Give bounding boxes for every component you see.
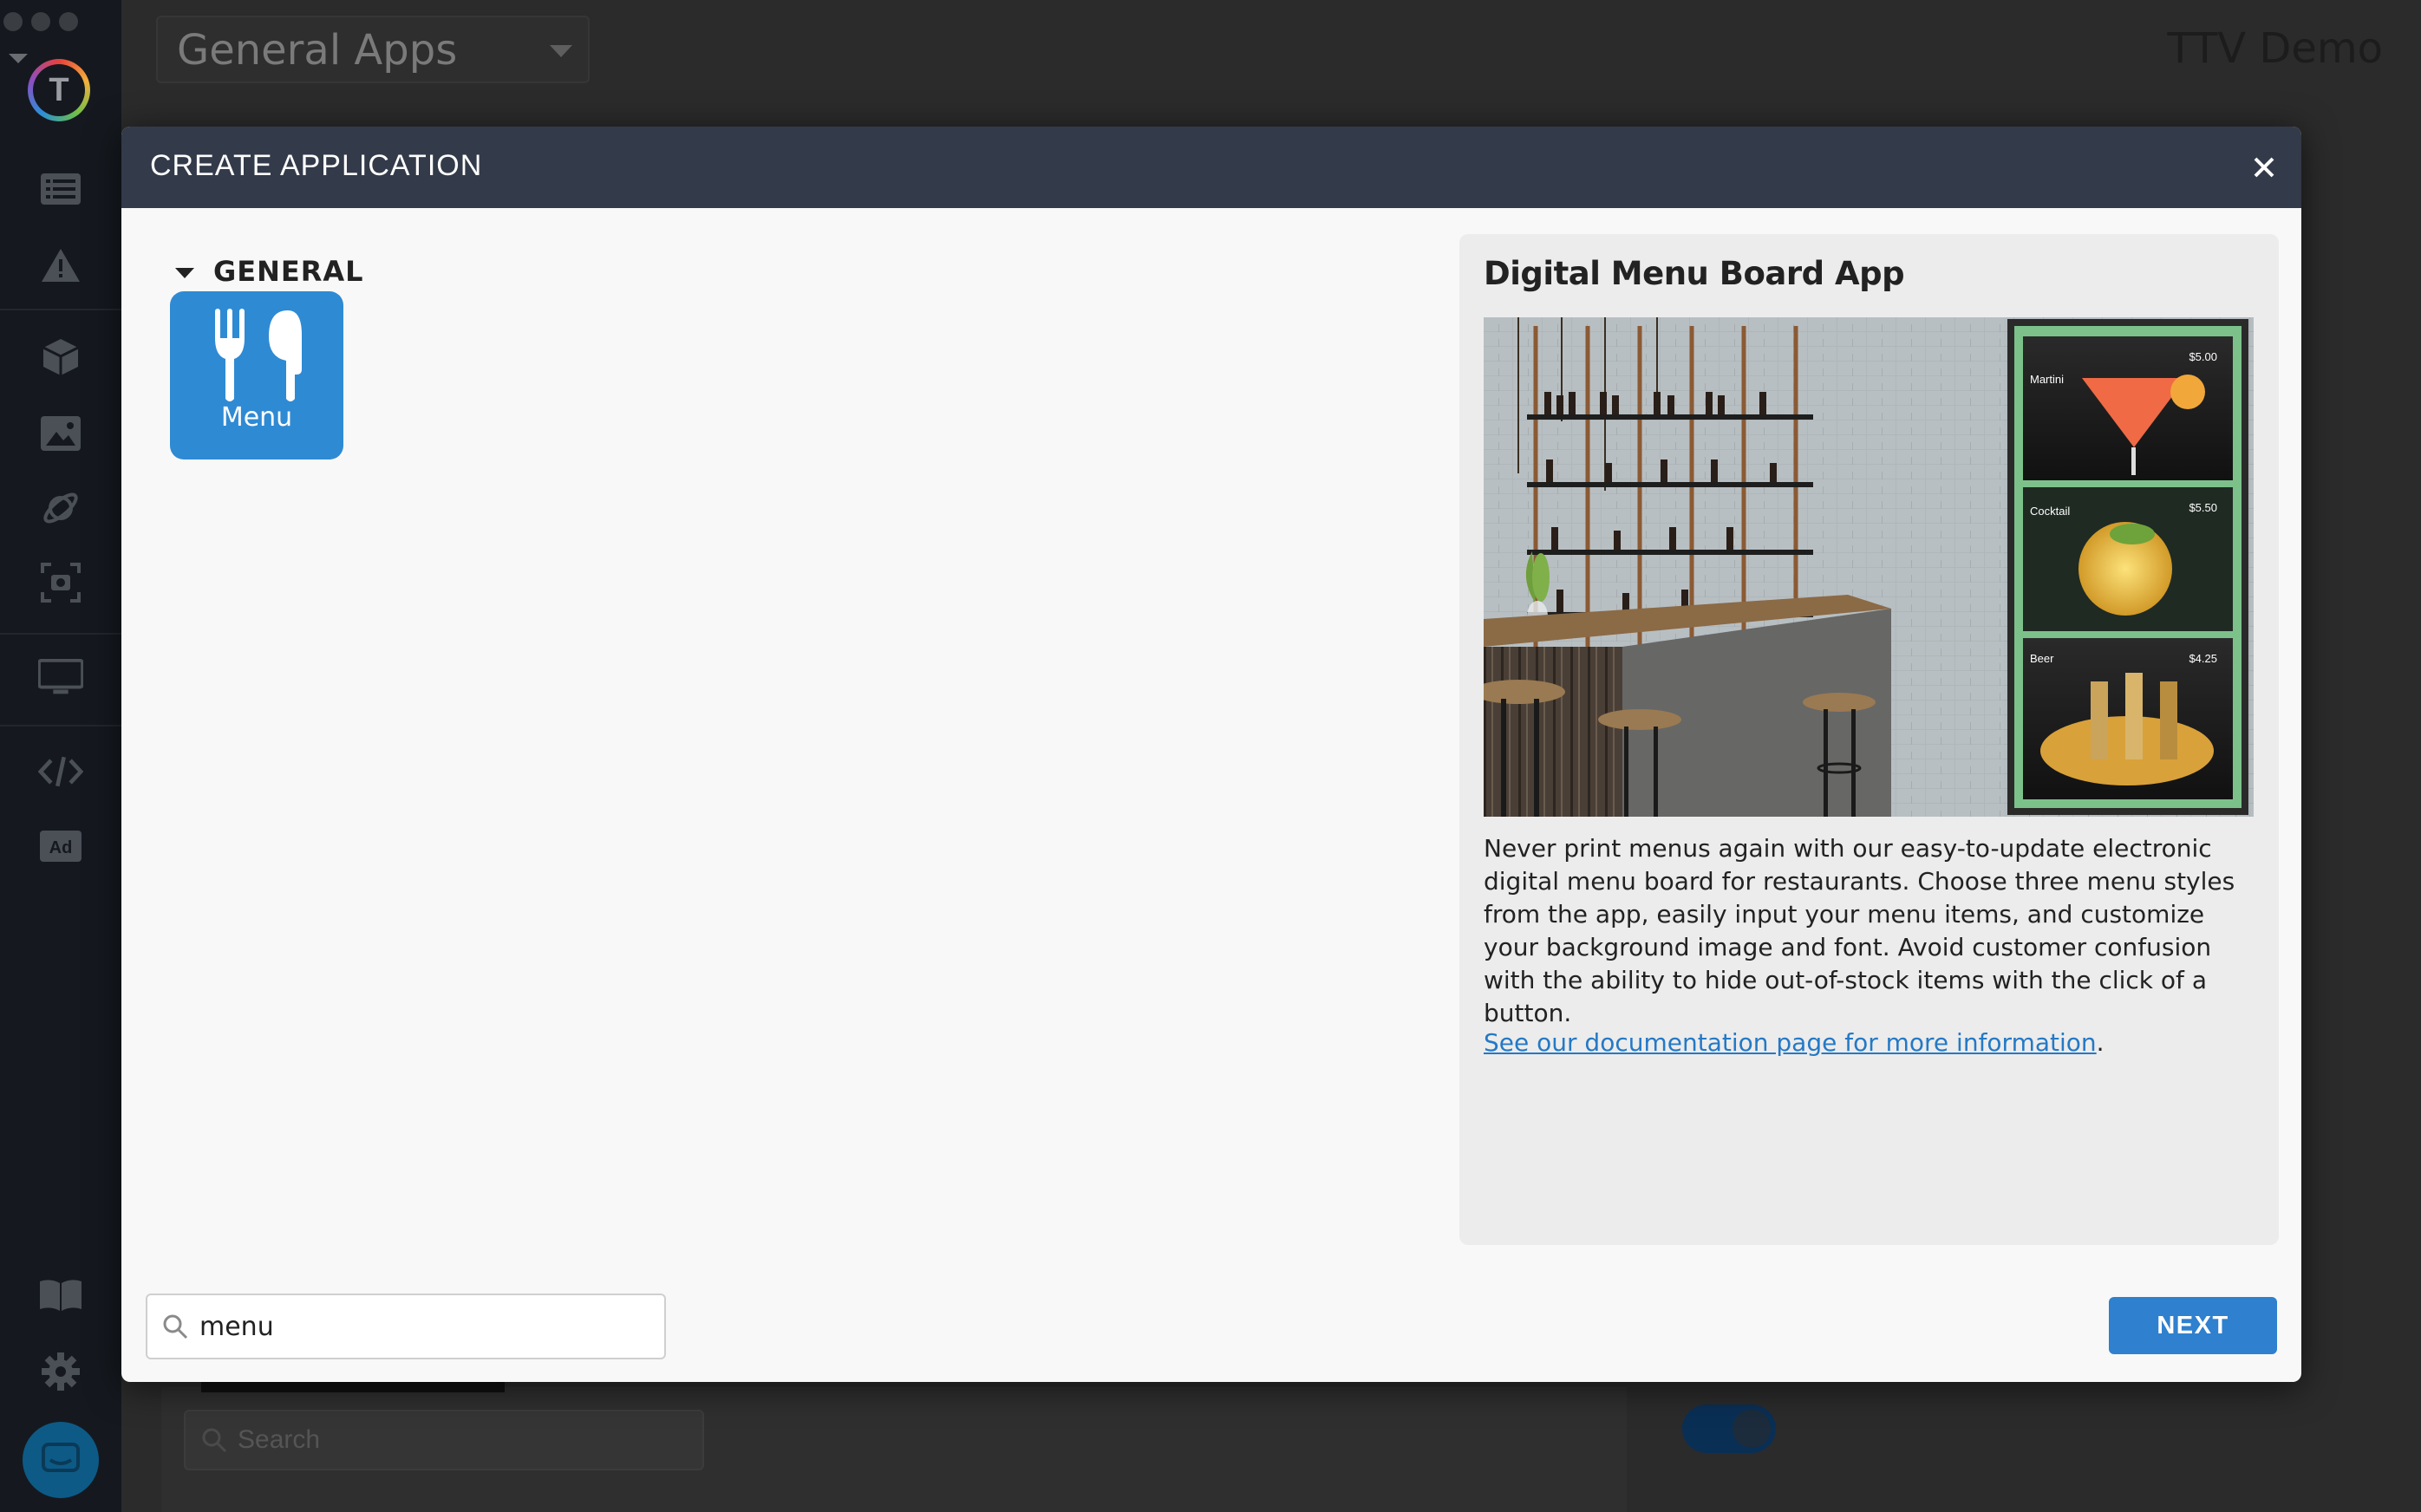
modal-header: CREATE APPLICATION: [121, 127, 2301, 208]
image-price-cocktail: $5.50: [2189, 501, 2217, 514]
screenshot-icon[interactable]: [38, 560, 83, 605]
svg-text:Ad: Ad: [49, 838, 73, 857]
image-price-martini: $5.00: [2189, 350, 2217, 363]
background-toggle[interactable]: [1682, 1404, 1776, 1453]
logo-icon[interactable]: T: [28, 59, 90, 121]
image-icon[interactable]: [38, 411, 83, 456]
background-search-placeholder: Search: [238, 1425, 321, 1454]
chevron-down-icon[interactable]: [9, 54, 28, 63]
code-icon[interactable]: [38, 749, 83, 794]
group-label: GENERAL: [213, 255, 364, 288]
app-detail-panel: Digital Menu Board App Martini $5.00 Coc…: [1459, 234, 2279, 1245]
book-icon[interactable]: [38, 1273, 83, 1318]
image-label-beer: Beer: [2030, 652, 2054, 665]
app-tile-label: Menu: [220, 402, 293, 433]
app-category-value: General Apps: [177, 26, 458, 75]
image-price-beer: $4.25: [2189, 652, 2217, 665]
chat-icon[interactable]: [23, 1422, 99, 1498]
group-general-toggle[interactable]: GENERAL: [175, 255, 364, 288]
app-detail-description: Never print menus again with our easy-to…: [1484, 834, 2235, 1027]
modal-title: CREATE APPLICATION: [150, 149, 483, 182]
link-suffix: .: [2096, 1028, 2105, 1057]
brand-name: TTV Demo: [2167, 24, 2383, 73]
app-search-input[interactable]: [199, 1304, 650, 1349]
search-icon: [163, 1314, 188, 1339]
create-application-modal: CREATE APPLICATION GENERAL Menu Digital …: [121, 127, 2301, 1382]
chevron-down-icon: [550, 45, 572, 57]
close-icon: [2254, 157, 2274, 178]
warning-icon[interactable]: [38, 243, 83, 288]
list-icon[interactable]: [38, 166, 83, 212]
search-icon: [202, 1428, 227, 1453]
image-label-cocktail: Cocktail: [2030, 505, 2070, 518]
ad-icon[interactable]: Ad: [38, 824, 83, 869]
window-close-dot[interactable]: [3, 12, 23, 31]
app-search-box[interactable]: [146, 1294, 666, 1359]
background-search-input[interactable]: Search: [184, 1410, 704, 1470]
monitor-icon[interactable]: [38, 655, 83, 701]
left-rail: T Ad: [0, 0, 121, 1512]
app-category-select[interactable]: General Apps: [156, 16, 590, 83]
cube-icon[interactable]: [38, 335, 83, 380]
app-detail-link-line: See our documentation page for more info…: [1484, 1028, 2105, 1057]
documentation-link[interactable]: See our documentation page for more info…: [1484, 1028, 2097, 1057]
app-preview-image: Martini $5.00 Cocktail $5.50 Beer $4.25: [1484, 317, 2254, 817]
planet-icon[interactable]: [38, 486, 83, 531]
window-zoom-dot[interactable]: [59, 12, 78, 31]
image-label-martini: Martini: [2030, 373, 2064, 386]
app-tile-menu[interactable]: Menu: [170, 291, 343, 459]
window-minimize-dot[interactable]: [31, 12, 50, 31]
close-button[interactable]: [2246, 149, 2282, 186]
gear-icon[interactable]: [38, 1349, 83, 1394]
next-button[interactable]: NEXT: [2109, 1297, 2277, 1354]
background-strip: [201, 1380, 505, 1392]
app-detail-title: Digital Menu Board App: [1484, 255, 1905, 292]
caret-down-icon: [175, 268, 194, 278]
fork-knife-icon: [215, 309, 302, 401]
